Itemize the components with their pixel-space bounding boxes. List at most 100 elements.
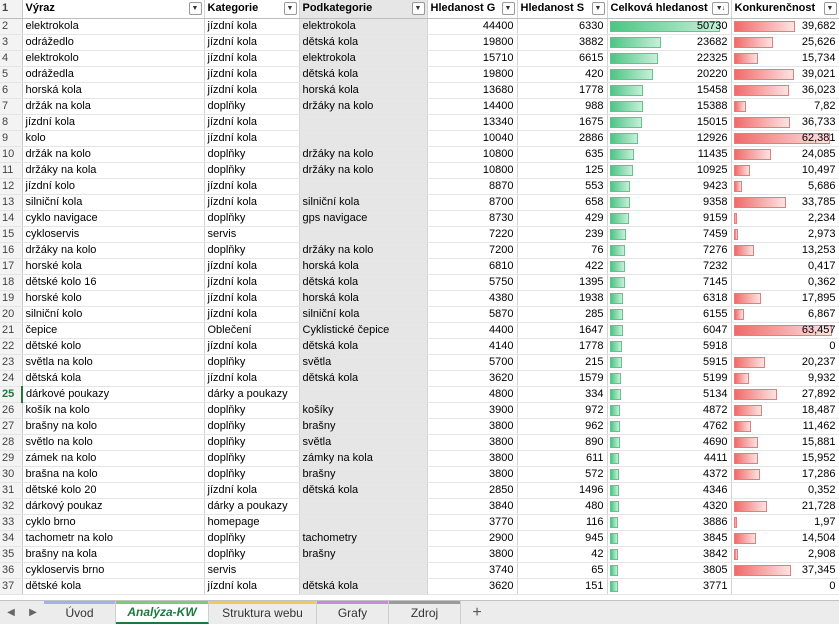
cell-konkurencnost[interactable]: 21,728 <box>731 498 839 515</box>
cell-vyraz[interactable]: dětské kolo <box>22 338 205 355</box>
cell-hledanost-s[interactable]: 1938 <box>517 290 608 307</box>
cell-podkategorie[interactable]: tachometry <box>299 530 428 547</box>
row-number[interactable]: 8 <box>0 114 23 131</box>
cell-hledanost-s[interactable]: 553 <box>517 178 608 195</box>
cell-celkova-hledanost[interactable]: 4372 <box>607 466 732 483</box>
row-number[interactable]: 30 <box>0 466 23 483</box>
row-number[interactable]: 21 <box>0 322 23 339</box>
cell-hledanost-g[interactable]: 10040 <box>427 130 518 147</box>
cell-konkurencnost[interactable]: 39,682 <box>731 18 839 35</box>
cell-konkurencnost[interactable]: 17,286 <box>731 466 839 483</box>
row-number[interactable]: 28 <box>0 434 23 451</box>
cell-celkova-hledanost[interactable]: 4762 <box>607 418 732 435</box>
cell-kategorie[interactable]: doplňky <box>204 354 300 371</box>
cell-hledanost-s[interactable]: 480 <box>517 498 608 515</box>
cell-celkova-hledanost[interactable]: 15388 <box>607 98 732 115</box>
row-number[interactable]: 22 <box>0 338 23 355</box>
cell-hledanost-g[interactable]: 14400 <box>427 98 518 115</box>
cell-hledanost-g[interactable]: 8730 <box>427 210 518 227</box>
row-number[interactable]: 27 <box>0 418 23 435</box>
cell-konkurencnost[interactable]: 6,867 <box>731 306 839 323</box>
cell-hledanost-g[interactable]: 7220 <box>427 226 518 243</box>
cell-kategorie[interactable]: jízdní kola <box>204 82 300 99</box>
cell-hledanost-s[interactable]: 125 <box>517 162 608 179</box>
row-number[interactable]: 17 <box>0 258 23 275</box>
row-number[interactable]: 10 <box>0 146 23 163</box>
cell-kategorie[interactable]: jízdní kola <box>204 194 300 211</box>
cell-podkategorie[interactable] <box>299 498 428 515</box>
cell-kategorie[interactable]: jízdní kola <box>204 290 300 307</box>
cell-konkurencnost[interactable]: 24,085 <box>731 146 839 163</box>
row-number[interactable]: 32 <box>0 498 23 515</box>
cell-vyraz[interactable]: silniční kolo <box>22 306 205 323</box>
row-number[interactable]: 35 <box>0 546 23 563</box>
cell-vyraz[interactable]: cyklo navigace <box>22 210 205 227</box>
cell-kategorie[interactable]: doplňky <box>204 210 300 227</box>
cell-celkova-hledanost[interactable]: 22325 <box>607 50 732 67</box>
cell-hledanost-s[interactable]: 1395 <box>517 274 608 291</box>
cell-podkategorie[interactable]: elektrokola <box>299 18 428 35</box>
cell-celkova-hledanost[interactable]: 9358 <box>607 194 732 211</box>
cell-hledanost-s[interactable]: 6330 <box>517 18 608 35</box>
cell-vyraz[interactable]: brašna na kolo <box>22 466 205 483</box>
row-number[interactable]: 9 <box>0 130 23 147</box>
cell-celkova-hledanost[interactable]: 9159 <box>607 210 732 227</box>
cell-kategorie[interactable]: jízdní kola <box>204 178 300 195</box>
cell-kategorie[interactable]: jízdní kola <box>204 258 300 275</box>
cell-kategorie[interactable]: doplňky <box>204 450 300 467</box>
cell-celkova-hledanost[interactable]: 3842 <box>607 546 732 563</box>
cell-konkurencnost[interactable]: 2,973 <box>731 226 839 243</box>
cell-celkova-hledanost[interactable]: 6318 <box>607 290 732 307</box>
cell-kategorie[interactable]: doplňky <box>204 402 300 419</box>
cell-vyraz[interactable]: brašny na kola <box>22 546 205 563</box>
cell-vyraz[interactable]: jízdní kola <box>22 114 205 131</box>
cell-hledanost-s[interactable]: 988 <box>517 98 608 115</box>
cell-podkategorie[interactable]: dětská kola <box>299 338 428 355</box>
cell-kategorie[interactable]: doplňky <box>204 418 300 435</box>
cell-hledanost-g[interactable]: 44400 <box>427 18 518 35</box>
cell-podkategorie[interactable] <box>299 386 428 403</box>
row-number[interactable]: 34 <box>0 530 23 547</box>
tab-struktura-webu[interactable]: Struktura webu <box>209 601 317 624</box>
cell-hledanost-s[interactable]: 76 <box>517 242 608 259</box>
cell-kategorie[interactable]: doplňky <box>204 434 300 451</box>
tab-grafy[interactable]: Grafy <box>317 601 389 624</box>
cell-hledanost-g[interactable]: 4140 <box>427 338 518 355</box>
cell-podkategorie[interactable]: elektrokola <box>299 50 428 67</box>
cell-konkurencnost[interactable]: 62,381 <box>731 130 839 147</box>
cell-vyraz[interactable]: elektrokolo <box>22 50 205 67</box>
row-number[interactable]: 2 <box>0 18 23 35</box>
cell-hledanost-g[interactable]: 8700 <box>427 194 518 211</box>
cell-vyraz[interactable]: horská kola <box>22 82 205 99</box>
cell-hledanost-g[interactable]: 4400 <box>427 322 518 339</box>
cell-konkurencnost[interactable]: 27,892 <box>731 386 839 403</box>
row-number[interactable]: 26 <box>0 402 23 419</box>
cell-celkova-hledanost[interactable]: 4346 <box>607 482 732 499</box>
cell-hledanost-s[interactable]: 611 <box>517 450 608 467</box>
cell-kategorie[interactable]: servis <box>204 562 300 579</box>
cell-kategorie[interactable]: doplňky <box>204 242 300 259</box>
cell-konkurencnost[interactable]: 13,253 <box>731 242 839 259</box>
cell-kategorie[interactable]: jízdní kola <box>204 338 300 355</box>
cell-hledanost-g[interactable]: 3740 <box>427 562 518 579</box>
cell-podkategorie[interactable] <box>299 226 428 243</box>
row-number[interactable]: 3 <box>0 34 23 51</box>
cell-podkategorie[interactable]: držáky na kolo <box>299 146 428 163</box>
cell-hledanost-s[interactable]: 42 <box>517 546 608 563</box>
cell-kategorie[interactable]: doplňky <box>204 162 300 179</box>
cell-podkategorie[interactable] <box>299 178 428 195</box>
cell-hledanost-s[interactable]: 116 <box>517 514 608 531</box>
cell-celkova-hledanost[interactable]: 3845 <box>607 530 732 547</box>
cell-hledanost-g[interactable]: 3800 <box>427 546 518 563</box>
cell-hledanost-s[interactable]: 658 <box>517 194 608 211</box>
cell-konkurencnost[interactable]: 0,417 <box>731 258 839 275</box>
cell-vyraz[interactable]: horské kola <box>22 258 205 275</box>
cell-podkategorie[interactable] <box>299 130 428 147</box>
cell-hledanost-s[interactable]: 1778 <box>517 338 608 355</box>
cell-podkategorie[interactable]: světla <box>299 354 428 371</box>
cell-vyraz[interactable]: čepice <box>22 322 205 339</box>
cell-vyraz[interactable]: košík na kolo <box>22 402 205 419</box>
cell-hledanost-g[interactable]: 3800 <box>427 434 518 451</box>
cell-konkurencnost[interactable]: 36,733 <box>731 114 839 131</box>
cell-hledanost-s[interactable]: 1496 <box>517 482 608 499</box>
